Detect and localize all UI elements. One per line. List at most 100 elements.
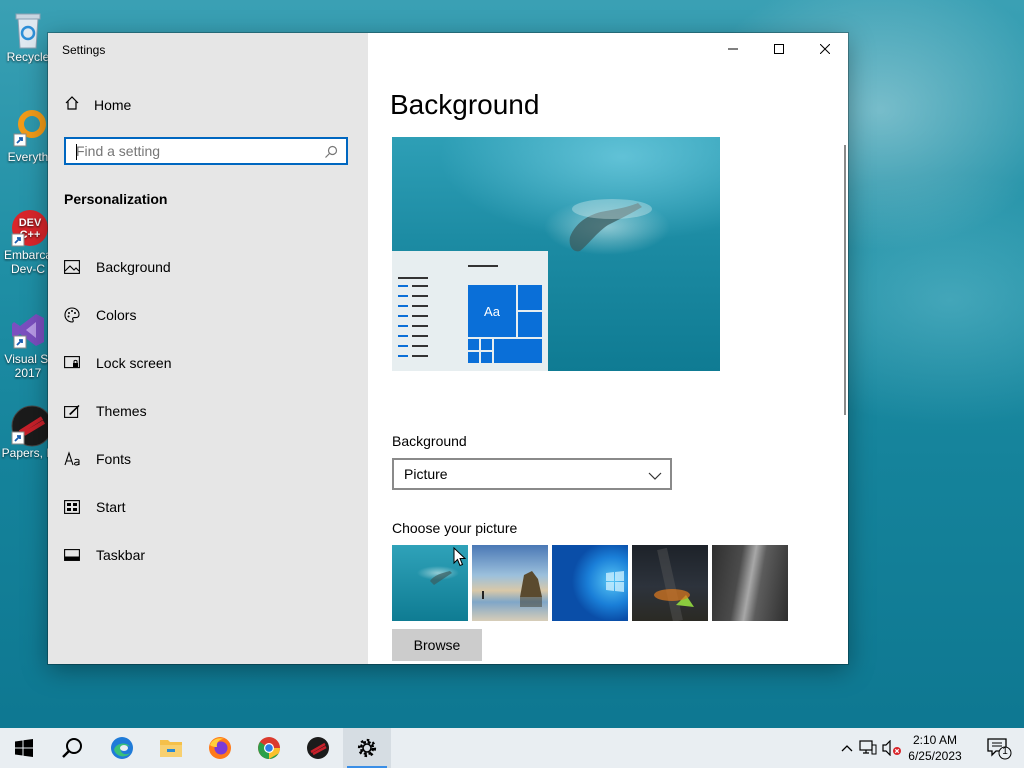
close-icon	[820, 44, 830, 54]
network-icon	[859, 740, 877, 755]
picture-thumbnail-rock-cliff[interactable]	[712, 545, 788, 621]
content-scrollbar[interactable]	[844, 145, 846, 415]
taskbar-app-file-explorer[interactable]	[147, 728, 195, 768]
taskbar-search-button[interactable]	[48, 728, 96, 768]
mock-line	[412, 325, 428, 327]
sidebar-item-background[interactable]: Background	[48, 243, 368, 291]
home-icon	[64, 95, 80, 114]
search-input[interactable]	[76, 143, 316, 159]
mock-line	[412, 335, 428, 337]
preview-mock-tiles: Aa	[468, 285, 542, 371]
sidebar-item-label: Start	[96, 499, 126, 515]
notification-count: 1	[1002, 746, 1008, 757]
sidebar-item-label: Fonts	[96, 451, 132, 467]
mock-line	[398, 315, 408, 317]
taskbar-icon	[64, 547, 80, 563]
show-hidden-icons-button[interactable]	[838, 744, 856, 752]
fonts-icon	[64, 451, 80, 467]
minimize-icon	[728, 48, 738, 50]
lock-screen-icon	[64, 355, 80, 371]
chevron-down-icon	[648, 468, 662, 486]
firefox-icon	[209, 737, 231, 759]
search-icon[interactable]	[324, 145, 338, 164]
chrome-icon	[258, 737, 280, 759]
mock-tile	[518, 285, 542, 310]
start-button[interactable]	[0, 728, 48, 768]
mock-tile	[494, 339, 542, 363]
preview-sample-text: Aa	[468, 285, 516, 337]
taskbar-clock[interactable]: 2:10 AM 6/25/2023	[900, 732, 970, 764]
maximize-button[interactable]	[756, 33, 802, 65]
mock-line	[398, 335, 408, 337]
sidebar-item-label: Background	[96, 259, 171, 275]
mock-line	[398, 355, 408, 357]
sidebar-item-label: Colors	[96, 307, 137, 323]
choose-picture-label: Choose your picture	[392, 520, 518, 536]
search-box[interactable]	[64, 137, 348, 165]
mock-tile	[468, 339, 479, 350]
chevron-up-icon	[841, 745, 853, 752]
taskbar-app-firefox[interactable]	[196, 728, 244, 768]
mock-line	[398, 285, 408, 287]
sidebar-item-label: Taskbar	[96, 547, 146, 563]
background-type-dropdown[interactable]: Picture	[392, 458, 672, 490]
taskbar: 2:10 AM 6/25/2023 1	[0, 728, 1024, 768]
picture-thumbnail-night-sky[interactable]	[632, 545, 708, 621]
minimize-button[interactable]	[710, 33, 756, 65]
taskbar-app-settings[interactable]	[343, 728, 391, 768]
papers-please-icon	[8, 404, 53, 447]
action-center-button[interactable]: 1	[986, 736, 1012, 760]
close-button[interactable]	[802, 33, 848, 65]
picture-thumbnail-windows-blue[interactable]	[552, 545, 628, 621]
sidebar-item-fonts[interactable]: Fonts	[48, 435, 368, 483]
picture-icon	[64, 259, 80, 275]
picture-thumbnails	[392, 545, 788, 621]
nav-home-label: Home	[94, 96, 132, 113]
mock-line	[412, 315, 428, 317]
mock-line	[398, 345, 408, 347]
papers-please-icon	[307, 737, 329, 759]
sidebar-item-themes[interactable]: Themes	[48, 387, 368, 435]
themes-icon	[64, 403, 80, 419]
sidebar-item-colors[interactable]: Colors	[48, 291, 368, 339]
edge-icon	[111, 737, 133, 759]
nav-home[interactable]: Home	[64, 95, 131, 114]
sidebar-item-label: Lock screen	[96, 355, 172, 371]
windows-logo-icon	[606, 571, 624, 592]
visual-studio-icon	[8, 310, 48, 350]
mock-tile	[468, 352, 479, 363]
background-type-label: Background	[392, 433, 467, 449]
system-tray	[838, 728, 904, 768]
taskbar-app-edge[interactable]	[98, 728, 146, 768]
rock-formation-icon	[482, 571, 542, 607]
taskbar-app-papers-please[interactable]	[294, 728, 342, 768]
mock-line	[468, 265, 498, 267]
settings-content: Background Aa Background Picture Choose …	[368, 33, 848, 664]
nav-list: Background Colors Lock screen Themes Fon…	[48, 243, 368, 579]
mock-line	[412, 355, 428, 357]
search-icon	[62, 738, 82, 758]
section-title: Personalization	[64, 191, 168, 207]
background-preview: Aa	[392, 137, 720, 371]
settings-window: Settings Home Personalization	[48, 33, 848, 664]
maximize-icon	[774, 44, 784, 54]
settings-gear-icon	[357, 738, 377, 758]
page-title: Background	[390, 89, 540, 120]
browse-button[interactable]: Browse	[392, 629, 482, 661]
mock-line	[412, 305, 428, 307]
picture-thumbnail-beach[interactable]	[472, 545, 548, 621]
everything-search-icon	[8, 108, 48, 148]
mouse-cursor-icon	[453, 546, 467, 572]
taskbar-app-chrome[interactable]	[245, 728, 293, 768]
recycle-bin-icon	[8, 8, 48, 49]
mock-tile	[481, 352, 492, 363]
svg-text:DEV: DEV	[19, 217, 42, 229]
sidebar-item-start[interactable]: Start	[48, 483, 368, 531]
start-icon	[64, 499, 80, 515]
windows-start-icon	[15, 739, 33, 757]
mock-line	[398, 325, 408, 327]
mock-line	[398, 295, 408, 297]
network-status-button[interactable]	[856, 740, 880, 756]
sidebar-item-lock-screen[interactable]: Lock screen	[48, 339, 368, 387]
sidebar-item-taskbar[interactable]: Taskbar	[48, 531, 368, 579]
